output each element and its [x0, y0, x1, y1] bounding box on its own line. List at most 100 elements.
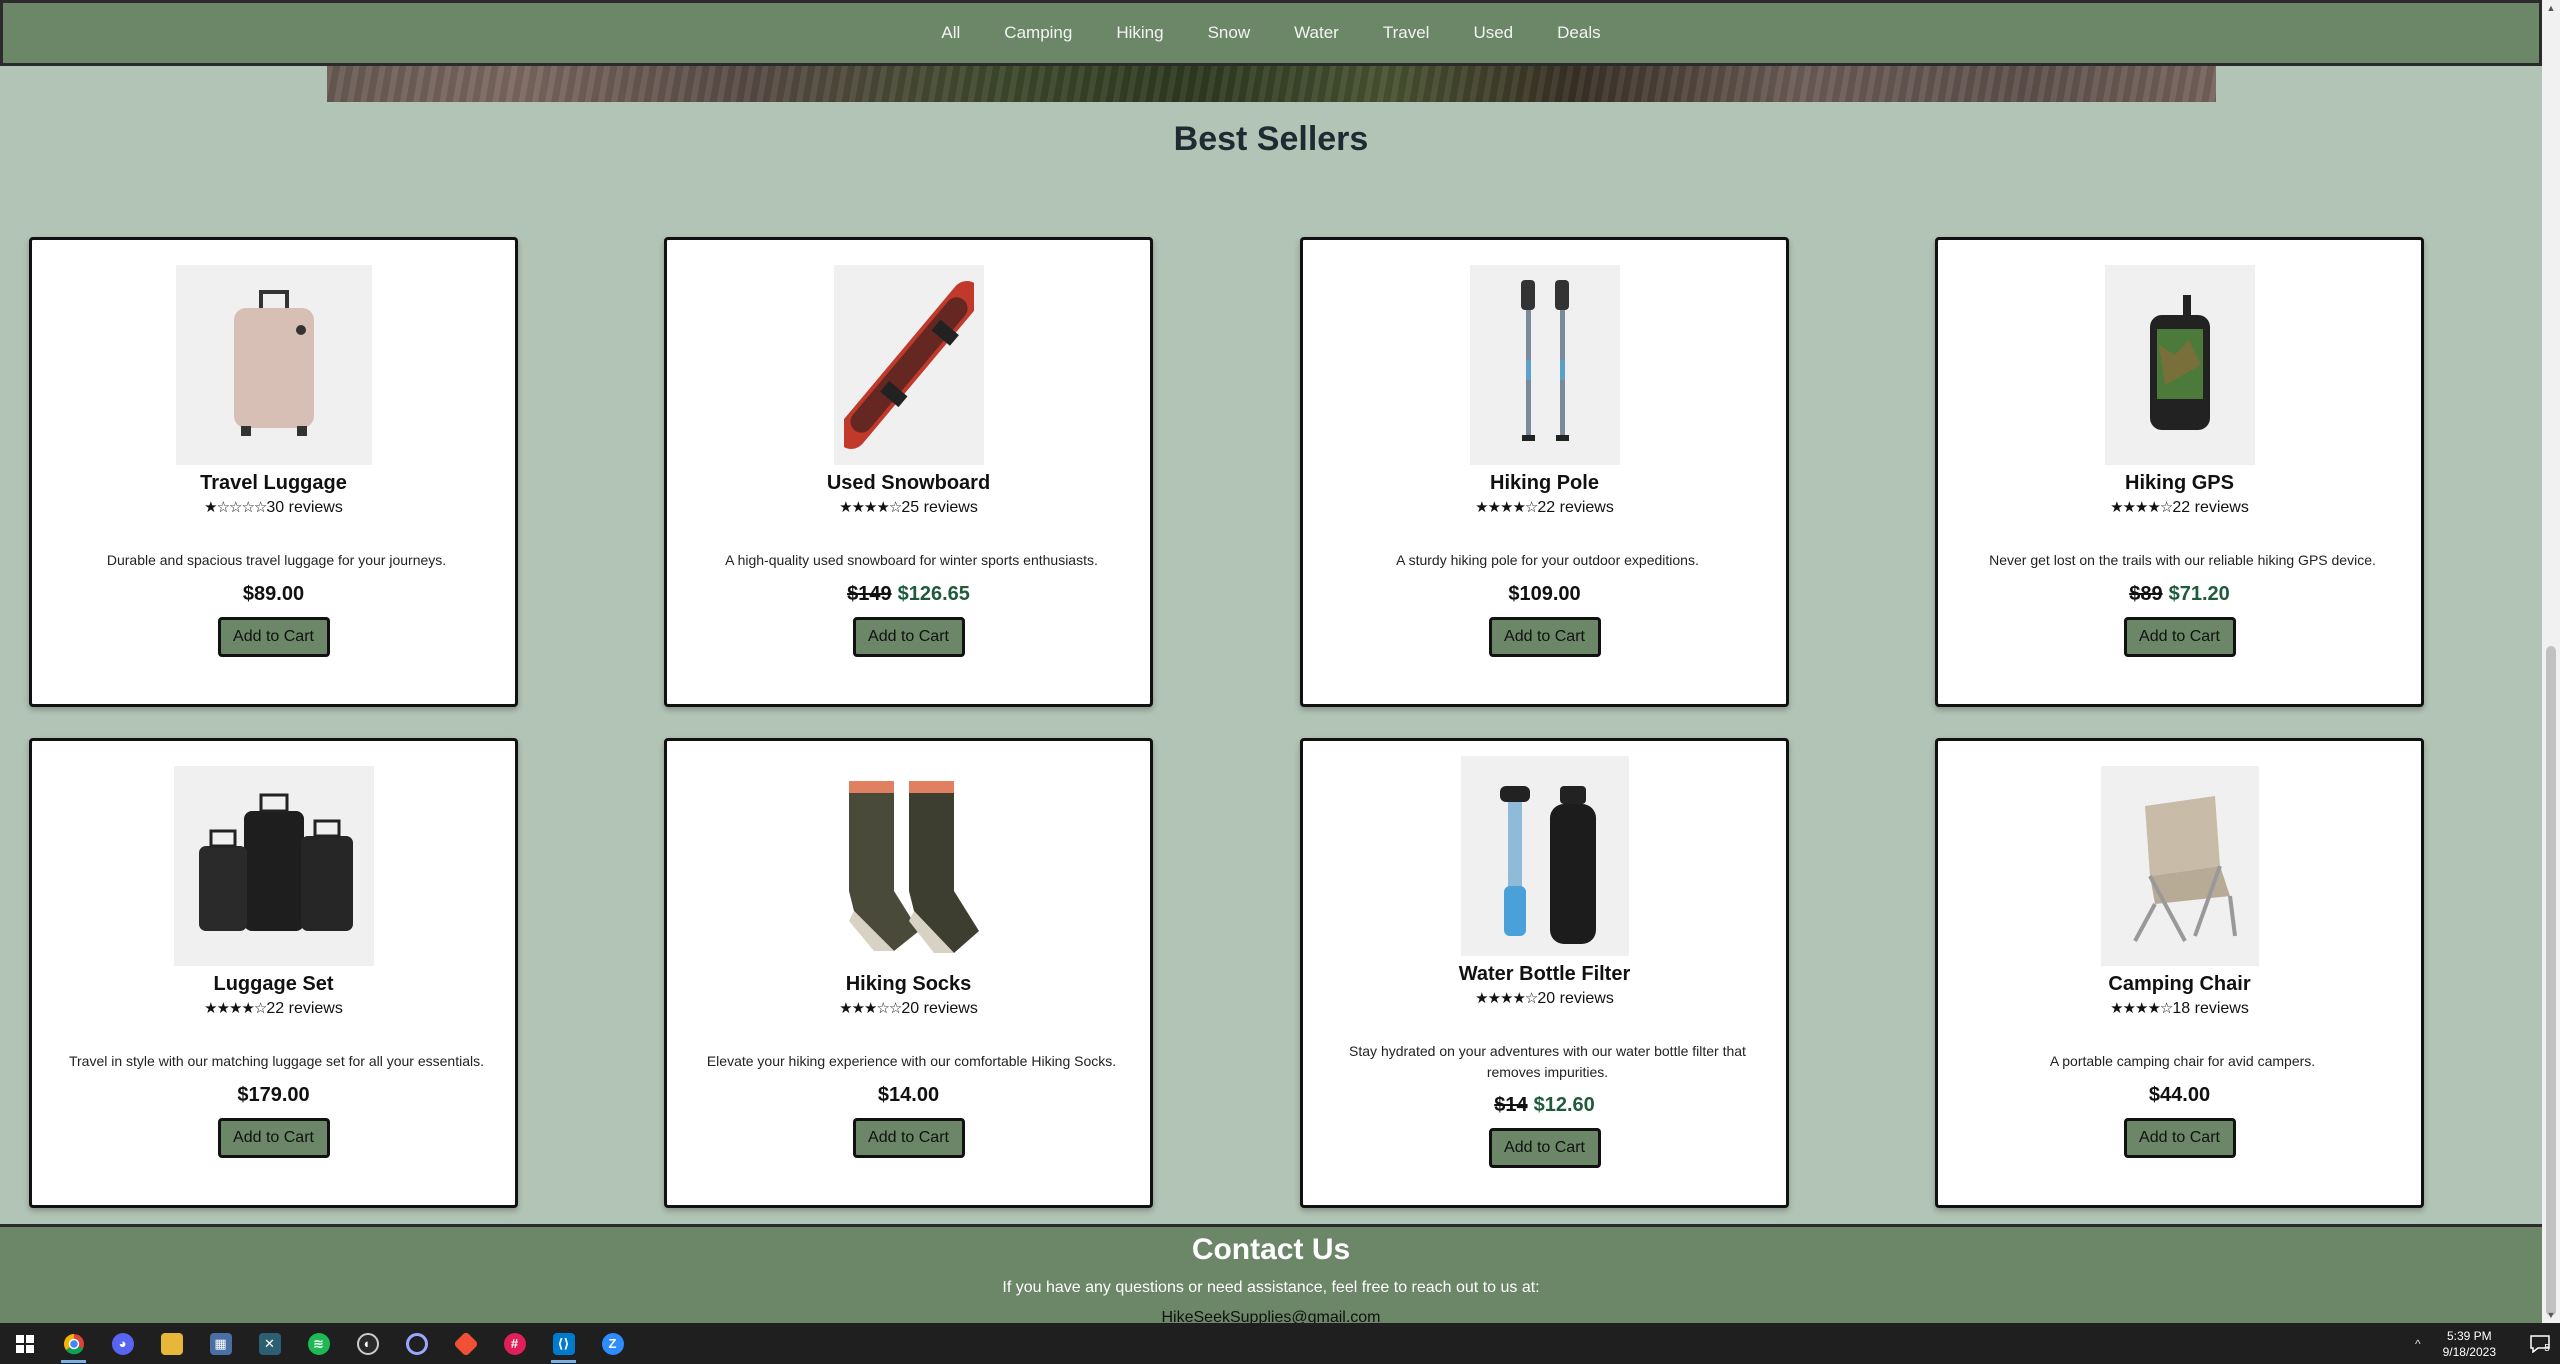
original-price: $149 [847, 583, 892, 605]
clock-time: 5:39 PM [2446, 1328, 2492, 1343]
add-to-cart-button[interactable]: Add to Cart [2123, 617, 2236, 657]
add-to-cart-button[interactable]: Add to Cart [852, 1118, 965, 1158]
original-price: $14 [1494, 1094, 1528, 1116]
star-rating-icon: ★★★★☆ [2110, 499, 2173, 516]
footer-text: If you have any questions or need assist… [1002, 1279, 1540, 1296]
review-count: 22 reviews [1537, 499, 1614, 516]
product-name[interactable]: Luggage Set [32, 973, 515, 996]
zoom-icon[interactable]: Z [588, 1323, 637, 1364]
price-value: $14.00 [877, 1084, 940, 1106]
nav-item-hiking[interactable]: Hiking [1114, 19, 1165, 47]
cortana-icon[interactable] [392, 1323, 441, 1364]
original-price: $89 [2129, 583, 2163, 605]
luggage-icon [175, 265, 372, 465]
category-nav: All Camping Hiking Snow Water Travel Use… [0, 0, 2542, 66]
camping-chair-icon [2100, 766, 2259, 966]
scroll-down-icon[interactable]: ▼ [2542, 1307, 2560, 1323]
clock-date: 9/18/2023 [2442, 1344, 2496, 1359]
footer-title: Contact Us [1191, 1233, 1351, 1266]
product-name[interactable]: Water Bottle Filter [1303, 963, 1786, 986]
add-to-cart-button[interactable]: Add to Cart [217, 617, 330, 657]
review-count: 30 reviews [266, 499, 343, 516]
contact-footer: Contact Us If you have any questions or … [0, 1224, 2542, 1323]
add-to-cart-button[interactable]: Add to Cart [2123, 1118, 2236, 1158]
nav-item-used[interactable]: Used [1471, 19, 1515, 47]
product-rating: ★★★☆☆20 reviews [667, 999, 1150, 1018]
product-card: Hiking GPS ★★★★☆22 reviews Never get los… [1935, 237, 2424, 707]
product-name[interactable]: Travel Luggage [32, 472, 515, 495]
system-tray: ^ 5:39 PM 9/18/2023 5 [2415, 1323, 2560, 1364]
chrome-icon[interactable] [49, 1323, 98, 1364]
windows-start-icon[interactable] [0, 1323, 49, 1364]
product-description: Never get lost on the trails with our re… [1989, 552, 2376, 568]
price-value: $109.00 [1508, 583, 1581, 605]
section-title: Best Sellers [1173, 120, 1369, 158]
product-description: Travel in style with our matching luggag… [68, 1053, 484, 1069]
product-description: Durable and spacious travel luggage for … [106, 552, 447, 568]
windows-taskbar: ◕ ▦ ✕ ≋ ◐ # ⟨⟩ Z ^ 5:39 PM 9/18/2023 5 [0, 1323, 2560, 1364]
scrollbar-thumb[interactable] [2546, 646, 2556, 1316]
star-rating-icon: ★★★★☆ [839, 499, 902, 516]
review-count: 22 reviews [266, 1000, 343, 1017]
review-count: 18 reviews [2172, 1000, 2249, 1017]
product-name[interactable]: Used Snowboard [667, 472, 1150, 495]
notification-center-icon[interactable]: 5 [2520, 1323, 2560, 1364]
water-bottle-icon [1460, 756, 1629, 956]
star-rating-icon: ★★★☆☆ [839, 1000, 902, 1017]
review-count: 25 reviews [901, 499, 978, 516]
add-to-cart-button[interactable]: Add to Cart [1488, 1128, 1601, 1168]
product-name[interactable]: Hiking Socks [667, 973, 1150, 996]
notification-count: 5 [2544, 1343, 2550, 1354]
gps-device-icon [2104, 265, 2255, 465]
slack-icon[interactable]: # [490, 1323, 539, 1364]
review-count: 20 reviews [901, 1000, 978, 1017]
nav-item-travel[interactable]: Travel [1381, 19, 1432, 47]
calculator-icon[interactable]: ▦ [196, 1323, 245, 1364]
product-description: Stay hydrated on your adventures with ou… [1349, 1043, 1746, 1080]
sale-price: $12.60 [1533, 1094, 1595, 1116]
product-price: $14 $12.60 [1303, 1094, 1786, 1117]
page-scrollbar[interactable]: ▲ ▼ [2542, 0, 2560, 1323]
product-card: Water Bottle Filter ★★★★☆20 reviews Stay… [1300, 738, 1789, 1208]
product-card: Used Snowboard ★★★★☆25 reviews A high-qu… [664, 237, 1153, 707]
add-to-cart-button[interactable]: Add to Cart [852, 617, 965, 657]
product-price: $109.00 [1303, 583, 1786, 606]
contact-email-link[interactable]: HikeSeekSupplies@gmail.com [0, 1309, 2542, 1323]
nav-item-snow[interactable]: Snow [1206, 19, 1253, 47]
snipping-tool-icon[interactable]: ✕ [245, 1323, 294, 1364]
add-to-cart-button[interactable]: Add to Cart [217, 1118, 330, 1158]
nav-item-all[interactable]: All [939, 19, 962, 47]
steam-icon[interactable]: ◐ [343, 1323, 392, 1364]
product-name[interactable]: Hiking Pole [1303, 472, 1786, 495]
nav-item-water[interactable]: Water [1292, 19, 1341, 47]
tray-chevron-up-icon[interactable]: ^ [2415, 1337, 2421, 1351]
file-explorer-icon[interactable] [147, 1323, 196, 1364]
add-to-cart-button[interactable]: Add to Cart [1488, 617, 1601, 657]
product-description: A portable camping chair for avid camper… [2049, 1053, 2316, 1069]
nav-item-camping[interactable]: Camping [1002, 19, 1074, 47]
product-name[interactable]: Hiking GPS [1938, 472, 2421, 495]
nav-item-deals[interactable]: Deals [1555, 19, 1602, 47]
product-card: Camping Chair ★★★★☆18 reviews A portable… [1935, 738, 2424, 1208]
sale-price: $71.20 [2168, 583, 2230, 605]
vscode-icon[interactable]: ⟨⟩ [539, 1323, 588, 1364]
product-price: $14.00 [667, 1084, 1150, 1107]
star-rating-icon: ★★★★☆ [2110, 1000, 2173, 1017]
product-card: Hiking Pole ★★★★☆22 reviews A sturdy hik… [1300, 237, 1789, 707]
product-price: $89 $71.20 [1938, 583, 2421, 606]
taskbar-clock[interactable]: 5:39 PM 9/18/2023 [2443, 1328, 2496, 1360]
product-rating: ★★★★☆20 reviews [1303, 989, 1786, 1008]
discord-icon[interactable]: ◕ [98, 1323, 147, 1364]
product-rating: ★☆☆☆☆30 reviews [32, 498, 515, 517]
git-icon[interactable] [441, 1323, 490, 1364]
review-count: 22 reviews [2172, 499, 2249, 516]
product-price: $149 $126.65 [667, 583, 1150, 606]
product-rating: ★★★★☆18 reviews [1938, 999, 2421, 1018]
star-rating-icon: ★★★★☆ [1475, 499, 1538, 516]
product-rating: ★★★★☆25 reviews [667, 498, 1150, 517]
spotify-icon[interactable]: ≋ [294, 1323, 343, 1364]
product-name[interactable]: Camping Chair [1938, 973, 2421, 996]
product-price: $44.00 [1938, 1084, 2421, 1107]
scroll-up-icon[interactable]: ▲ [2542, 0, 2560, 16]
product-description: A sturdy hiking pole for your outdoor ex… [1396, 552, 1699, 568]
